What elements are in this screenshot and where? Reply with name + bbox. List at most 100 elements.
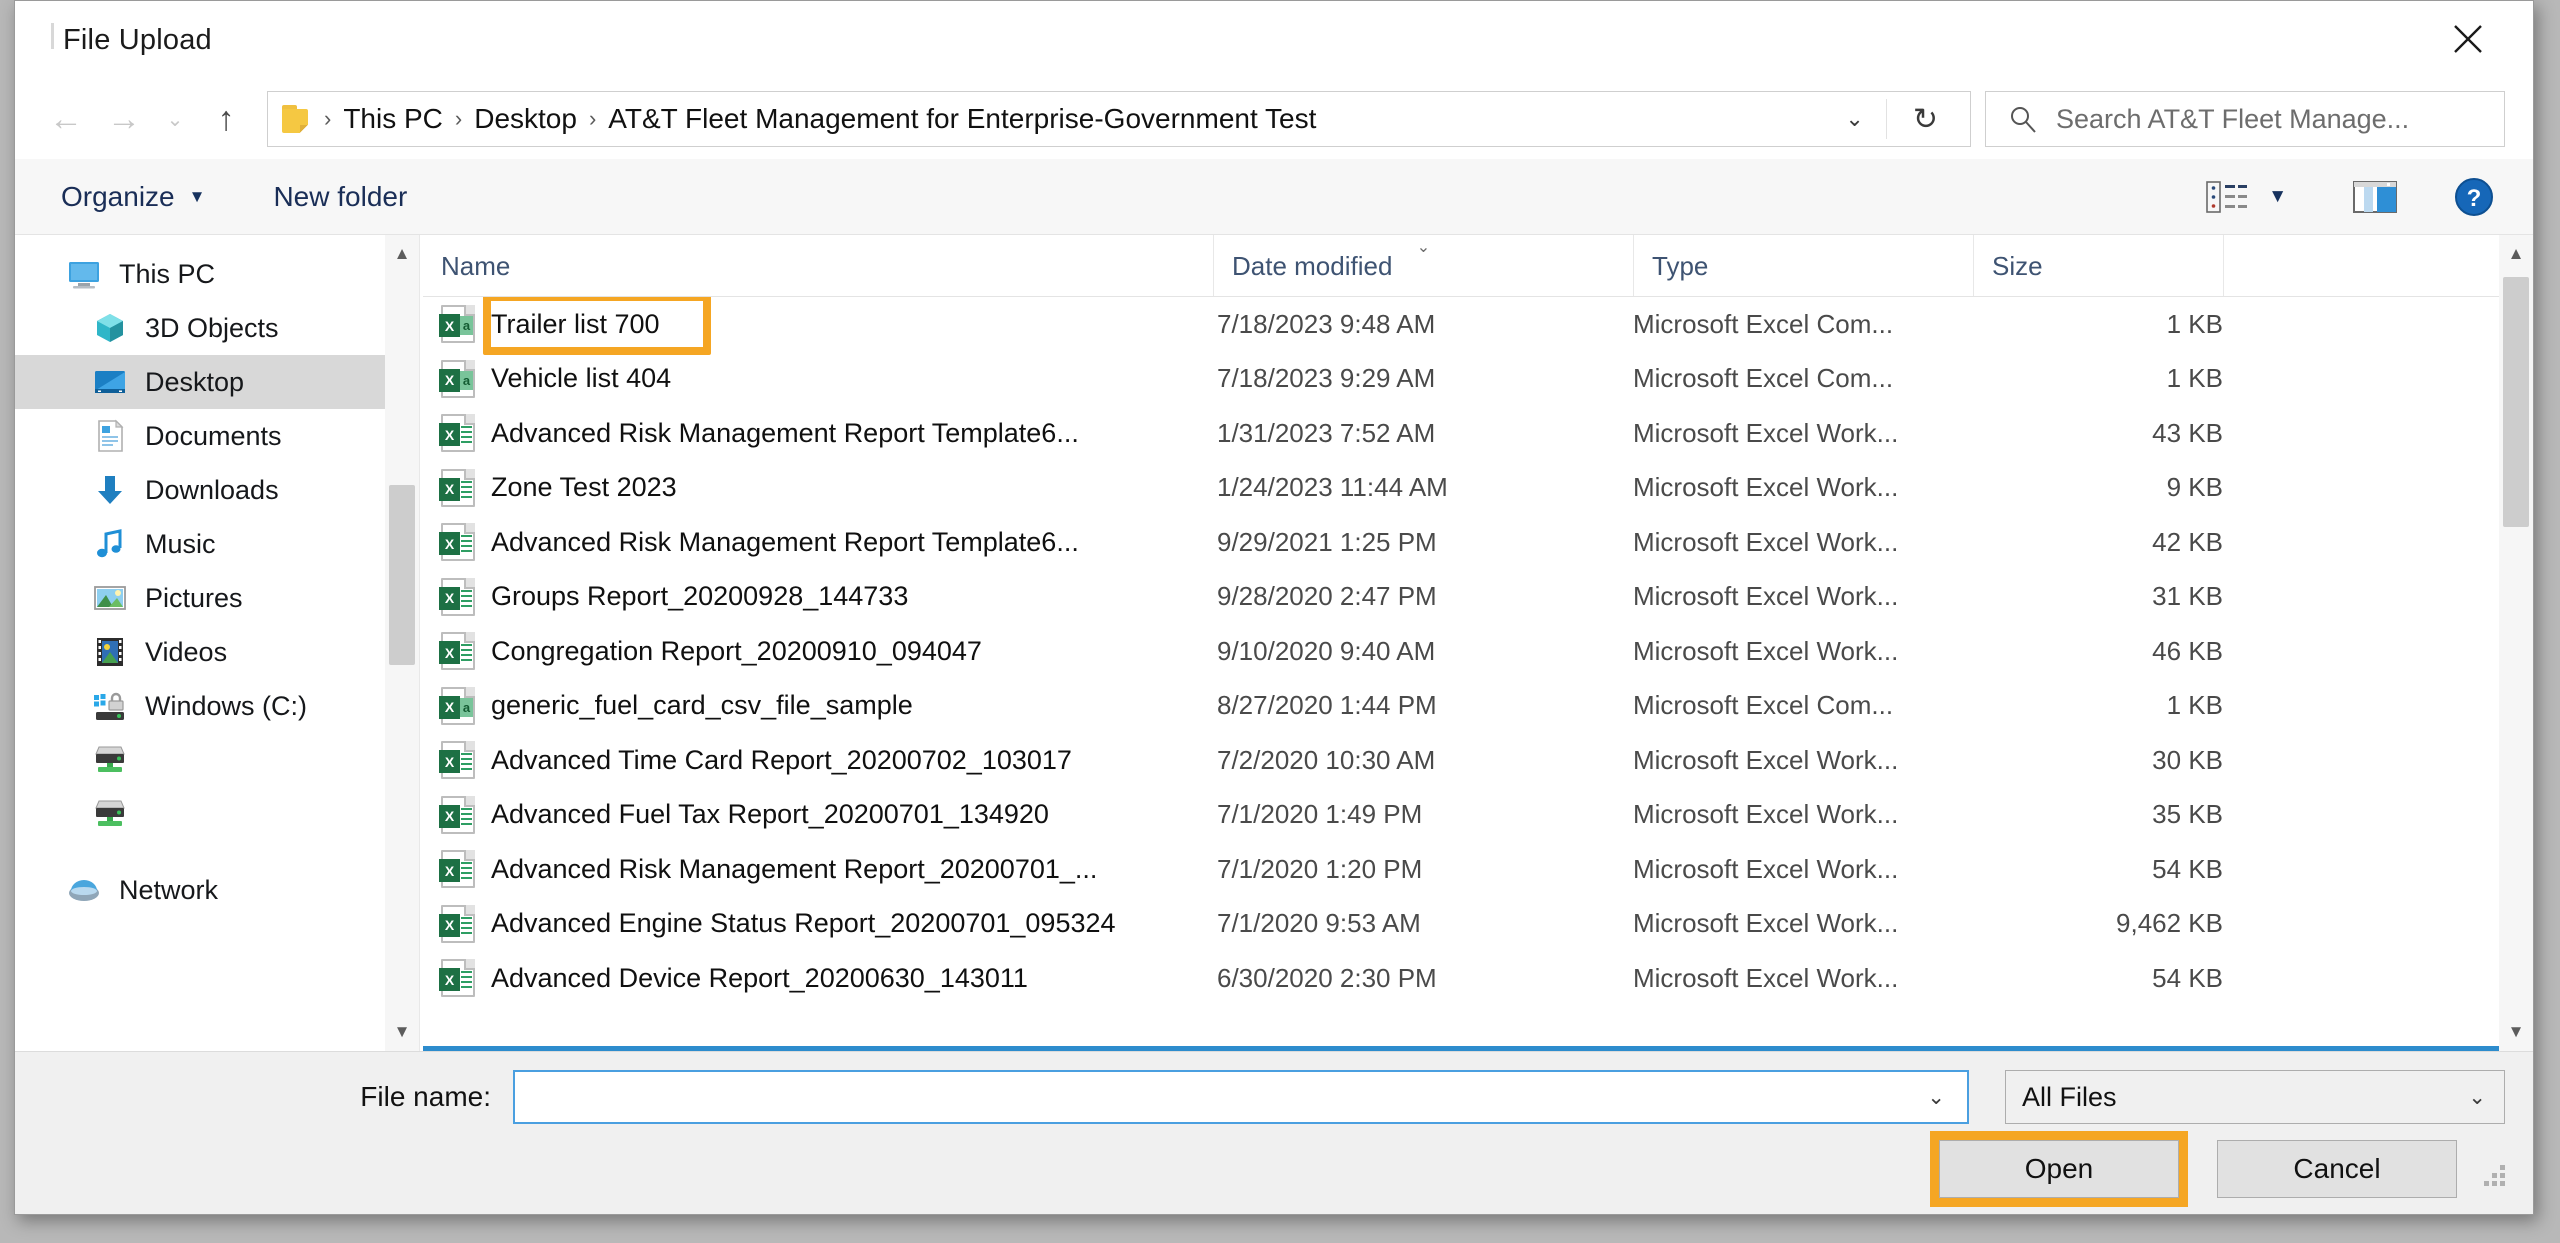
- table-row[interactable]: X Advanced Risk Management Report Templat…: [423, 515, 2533, 570]
- address-bar[interactable]: › This PC › Desktop › AT&T Fleet Managem…: [267, 91, 1971, 147]
- folder-icon: [282, 105, 316, 133]
- file-type-cell: Microsoft Excel Work...: [1633, 635, 1899, 666]
- sidebar-item-documents[interactable]: Documents: [15, 409, 419, 463]
- breadcrumb-separator-2: ›: [588, 106, 597, 131]
- recent-locations-button[interactable]: ⌄: [153, 90, 197, 148]
- file-name-cell[interactable]: Xa Trailer list 700: [423, 305, 1213, 344]
- sort-ascending-icon: ⌄: [1416, 239, 1431, 256]
- sidebar-item-downloads[interactable]: Downloads: [15, 463, 419, 517]
- file-name-cell[interactable]: X Advanced Risk Management Report_2020070…: [423, 850, 1213, 889]
- file-name-cell[interactable]: X Advanced Risk Management Report Templat…: [423, 414, 1213, 453]
- sidebar-item-desktop[interactable]: Desktop: [15, 355, 419, 409]
- view-options-button[interactable]: [2196, 172, 2258, 222]
- chevron-down-icon[interactable]: ⌄: [1911, 1085, 1961, 1110]
- file-name-cell[interactable]: X Advanced Time Card Report_20200702_1030…: [423, 741, 1213, 780]
- file-date-cell: 9/29/2021 1:25 PM: [1217, 526, 1437, 557]
- sidebar-item-network-drive-1[interactable]: [15, 733, 419, 787]
- file-name-cell[interactable]: X Congregation Report_20200910_094047: [423, 632, 1213, 671]
- file-size-cell: 30 KB: [2152, 744, 2223, 775]
- resize-grip[interactable]: [2471, 1152, 2505, 1186]
- breadcrumb-item-this-pc[interactable]: This PC: [333, 99, 453, 139]
- table-row[interactable]: X Advanced Risk Management Report_2020070…: [423, 842, 2533, 897]
- table-row[interactable]: X Advanced Fuel Tax Report_20200701_13492…: [423, 788, 2533, 843]
- dialog-title: File Upload: [63, 23, 212, 56]
- file-name-cell[interactable]: X Advanced Engine Status Report_20200701_…: [423, 904, 1213, 943]
- file-name-text: Zone Test 2023: [491, 472, 677, 503]
- table-row[interactable]: X Zone Test 2023 1/24/2023 11:44 AM Microso…: [423, 461, 2533, 516]
- network-icon: [67, 873, 101, 907]
- sidebar-item-network-drive-2[interactable]: [15, 787, 419, 841]
- file-name-cell[interactable]: Xa Vehicle list 404: [423, 359, 1213, 398]
- search-box[interactable]: Search AT&T Fleet Manage...: [1985, 91, 2505, 147]
- breadcrumb-item-desktop[interactable]: Desktop: [464, 99, 587, 139]
- refresh-icon[interactable]: ↻: [1887, 102, 1964, 137]
- open-button[interactable]: Open: [1939, 1140, 2179, 1198]
- excel-csv-icon: Xa: [439, 359, 475, 398]
- forward-button[interactable]: →: [95, 90, 153, 148]
- excel-workbook-icon: X: [439, 741, 475, 780]
- list-scroll-down-button[interactable]: ▼: [2499, 1013, 2533, 1051]
- sidebar-item-windows-c[interactable]: Windows (C:): [15, 679, 419, 733]
- search-input[interactable]: Search AT&T Fleet Manage...: [2056, 104, 2409, 135]
- sidebar-item-music[interactable]: Music: [15, 517, 419, 571]
- back-button[interactable]: ←: [37, 90, 95, 148]
- address-dropdown-icon[interactable]: ⌄: [1823, 106, 1885, 132]
- table-row[interactable]: Xa Trailer list 700 7/18/2023 9:48 AM Micro…: [423, 297, 2533, 352]
- up-button[interactable]: ↑: [197, 90, 255, 148]
- close-button[interactable]: [2431, 9, 2505, 69]
- file-type-filter-dropdown[interactable]: All Files ⌄: [2005, 1070, 2505, 1124]
- sidebar-scroll-down-button[interactable]: ▼: [385, 1013, 419, 1051]
- file-name-cell[interactable]: X Advanced Risk Management Report Templat…: [423, 523, 1213, 562]
- file-name-cell[interactable]: X Groups Report_20200928_144733: [423, 577, 1213, 616]
- file-name-label: File name:: [360, 1081, 491, 1112]
- help-button[interactable]: ?: [2443, 168, 2505, 226]
- table-row[interactable]: X Groups Report_20200928_144733 9/28/2020 …: [423, 570, 2533, 625]
- file-size-cell: 46 KB: [2152, 635, 2223, 666]
- sidebar-item-videos[interactable]: Videos: [15, 625, 419, 679]
- table-row[interactable]: X Advanced Risk Management Report Templat…: [423, 406, 2533, 461]
- table-row[interactable]: X Congregation Report_20200910_094047 9/10…: [423, 624, 2533, 679]
- list-scroll-thumb[interactable]: [2503, 277, 2529, 527]
- table-row[interactable]: X Advanced Engine Status Report_20200701_…: [423, 897, 2533, 952]
- chevron-down-icon: ▼: [188, 186, 206, 206]
- column-header-name[interactable]: Name: [423, 235, 1213, 296]
- breadcrumb-item-current-folder[interactable]: AT&T Fleet Management for Enterprise-Gov…: [598, 99, 1326, 139]
- sidebar-item-3d-objects[interactable]: 3D Objects: [15, 301, 419, 355]
- file-size-cell: 43 KB: [2152, 417, 2223, 448]
- column-header-date-modified[interactable]: ⌄ Date modified: [1213, 235, 1633, 296]
- table-row[interactable]: Xa generic_fuel_card_csv_file_sample 8/27/…: [423, 679, 2533, 734]
- column-header-label: Date modified: [1232, 251, 1393, 281]
- new-folder-button[interactable]: New folder: [257, 171, 423, 223]
- file-list-scrollbar[interactable]: ▲ ▼: [2499, 235, 2533, 1051]
- organize-label: Organize: [61, 180, 175, 212]
- file-size-cell: 54 KB: [2152, 853, 2223, 884]
- column-header-size[interactable]: Size: [1973, 235, 2223, 296]
- sidebar-item-pictures[interactable]: Pictures: [15, 571, 419, 625]
- table-row[interactable]: X Advanced Time Card Report_20200702_1030…: [423, 733, 2533, 788]
- sidebar-item-this-pc[interactable]: This PC: [15, 247, 419, 301]
- file-name-cell[interactable]: X Advanced Device Report_20200630_143011: [423, 959, 1213, 998]
- sidebar-scroll-up-button[interactable]: ▲: [385, 235, 419, 273]
- title-accent-mark: [51, 23, 54, 49]
- file-name-cell[interactable]: Xa generic_fuel_card_csv_file_sample: [423, 686, 1213, 725]
- file-upload-dialog: File Upload ← → ⌄ ↑ › This PC › Desktop …: [14, 0, 2534, 1215]
- file-name-input[interactable]: ⌄: [513, 1070, 1969, 1124]
- table-row[interactable]: X Advanced Device Report_20200630_143011 6…: [423, 951, 2533, 1006]
- desktop-icon: [93, 365, 127, 399]
- sidebar-item-label: Music: [145, 528, 216, 559]
- column-header-type[interactable]: Type: [1633, 235, 1973, 296]
- table-row[interactable]: Xa Vehicle list 404 7/18/2023 9:29 AM Micro…: [423, 352, 2533, 407]
- file-size-cell: 42 KB: [2152, 526, 2223, 557]
- preview-pane-button[interactable]: [2343, 172, 2407, 222]
- list-scroll-up-button[interactable]: ▲: [2499, 235, 2533, 273]
- cancel-button[interactable]: Cancel: [2217, 1140, 2457, 1198]
- file-name-text: Advanced Time Card Report_20200702_10301…: [491, 744, 1072, 775]
- sidebar-scrollbar[interactable]: ▲ ▼: [385, 235, 419, 1051]
- sidebar-scroll-thumb[interactable]: [389, 485, 415, 665]
- organize-button[interactable]: Organize ▼: [45, 171, 221, 223]
- file-name-cell[interactable]: X Zone Test 2023: [423, 468, 1213, 507]
- file-name-cell[interactable]: X Advanced Fuel Tax Report_20200701_13492…: [423, 795, 1213, 834]
- view-dropdown-button[interactable]: ▼: [2258, 178, 2297, 216]
- sidebar-item-network[interactable]: Network: [15, 863, 419, 917]
- network-drive-icon: [93, 743, 127, 777]
